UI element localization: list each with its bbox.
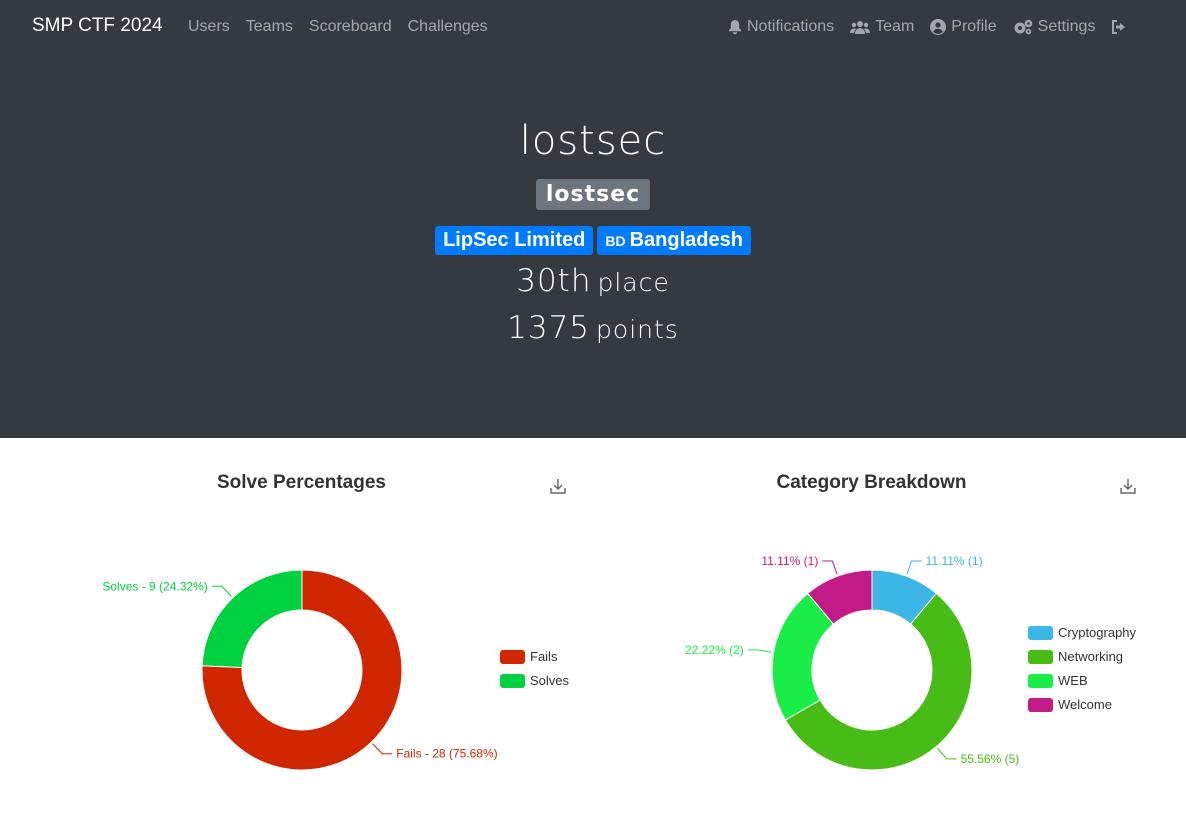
users-icon [850, 21, 871, 34]
legend-label-solves[interactable]: Solves [530, 673, 570, 688]
nav-settings-label: Settings [1037, 18, 1096, 35]
label-line-fails [372, 743, 393, 755]
data-label-solves: Solves - 9 (24.32%) [102, 579, 207, 593]
place-value: 30th [516, 263, 592, 299]
data-label-fails: Fails - 28 (75.68%) [396, 747, 497, 761]
points-value: 1375 [507, 310, 591, 346]
nav-teams-link[interactable]: Teams [246, 18, 293, 36]
brand-link[interactable]: SMP CTF 2024 [32, 15, 163, 37]
legend-swatch-solves[interactable] [500, 674, 525, 688]
profile-name: lostsec [519, 118, 667, 164]
team-badge[interactable]: lostsec [535, 179, 651, 210]
nav-team-label: Team [875, 18, 915, 35]
profile-hero: lostsec lostsec LipSec Limited BD Banglad… [0, 56, 1186, 438]
legend-swatch-web[interactable] [1028, 674, 1053, 688]
points-line: 1375 points [0, 310, 1186, 346]
legend-swatch-networking[interactable] [1028, 650, 1053, 664]
nav-profile-label: Profile [951, 18, 997, 35]
nav-settings-link[interactable]: Settings [1013, 18, 1096, 36]
label-line-web [747, 649, 772, 653]
navbar: SMP CTF 2024 Users Teams Scoreboard Chal… [0, 0, 1186, 56]
legend-label-fails[interactable]: Fails [530, 649, 558, 664]
label-line-welcome [822, 560, 838, 575]
data-label-cryptography: 11.11% (1) [926, 554, 983, 568]
data-label-web: 22.22% (2) [685, 643, 744, 657]
legend-label-cryptography[interactable]: Cryptography [1058, 625, 1137, 640]
nav-notifications-link[interactable]: Notifications [728, 18, 834, 36]
nav-right: Notifications Team Profile Settings [728, 18, 1127, 36]
label-line-networking [937, 747, 957, 760]
place-suffix: place [597, 268, 670, 297]
category-breakdown-chart: 11.11% (1) 55.56% (5) 22.22% (2) 11.11% (1)… [685, 554, 1137, 771]
slice-solves[interactable] [201, 569, 303, 668]
sign-out-icon [1112, 20, 1126, 34]
solve-percentages-chart: Fails - 28 (75.68%) Solves - 9 (24.32%) Fa… [102, 569, 570, 771]
data-label-welcome: 11.11% (1) [761, 554, 818, 568]
data-label-networking: 55.56% (5) [961, 752, 1020, 766]
label-line-cryptography [906, 560, 922, 575]
nav-users-link[interactable]: Users [188, 18, 230, 36]
gears-icon [1014, 19, 1032, 35]
legend-swatch-fails[interactable] [500, 650, 525, 664]
nav-notifications-label: Notifications [747, 18, 835, 35]
nav-left: Users Teams Scoreboard Challenges [188, 18, 488, 36]
user-circle-icon [930, 19, 947, 35]
place-line: 30th place [0, 263, 1186, 299]
legend-swatch-cryptography[interactable] [1028, 626, 1053, 640]
nav-profile-link[interactable]: Profile [930, 18, 997, 36]
nav-team-link[interactable]: Team [850, 18, 914, 36]
legend-swatch-welcome[interactable] [1028, 698, 1053, 712]
nav-logout-link[interactable] [1111, 20, 1127, 34]
nav-challenges-link[interactable]: Challenges [408, 18, 488, 36]
legend-label-welcome[interactable]: Welcome [1058, 697, 1112, 712]
affiliation-badge: LipSec Limited [435, 226, 594, 255]
affiliation-row: LipSec Limited BD Bangladesh [0, 226, 1186, 255]
legend-label-networking[interactable]: Networking [1058, 649, 1123, 664]
country-label: Bangladesh [629, 229, 743, 251]
team-badge-wrap: lostsec [0, 179, 1186, 210]
nav-scoreboard-link[interactable]: Scoreboard [309, 18, 392, 36]
country-badge: BD Bangladesh [597, 226, 751, 255]
category-breakdown-panel: Category Breakdown 11.11% (1) 55.56% (5) 2… [593, 438, 1186, 823]
bell-icon [729, 20, 741, 35]
country-flag-icon: BD [605, 233, 626, 249]
label-line-solves [211, 585, 232, 597]
points-suffix: points [596, 315, 679, 344]
solve-percentages-panel: Solve Percentages Fails - 28 (75.68%) Sol… [0, 438, 593, 823]
legend-label-web[interactable]: WEB [1058, 673, 1088, 688]
